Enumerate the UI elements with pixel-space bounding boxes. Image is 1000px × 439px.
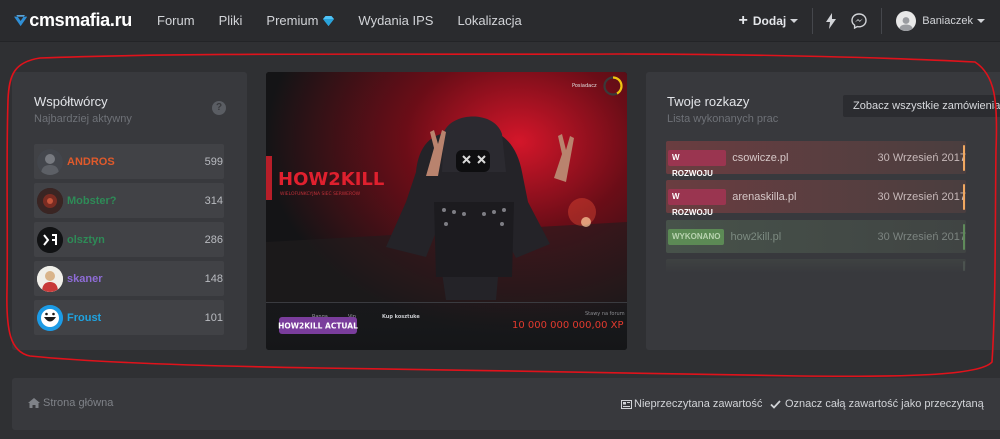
checkmark-icon [770,399,781,409]
banner-tagline: WIELOFUNKCYJNA SIEĆ SERWERÓW [280,190,361,197]
user-avatar-icon [37,148,63,175]
banner-logo: HOW2KILL [278,169,384,190]
contributors-subtitle: Najbardziej aktywny [34,113,132,125]
contributor-name: ANDROS [67,155,115,168]
avatar [37,304,63,331]
user-silhouette-icon [899,17,914,31]
status-stripe [963,184,965,210]
user-name: Baniaczek [922,15,973,27]
breadcrumb-home-label: Strona główna [43,397,114,409]
list-item[interactable]: olsztyn 286 [34,222,224,257]
breadcrumb[interactable]: Strona główna [28,397,113,409]
order-date: 30 Wrzesień 2017 [877,151,966,164]
status-stripe [963,261,965,271]
status-stripe [963,145,965,171]
status-badge: WYKONANO [668,228,725,245]
user-avatar-icon [37,226,63,253]
user-avatar-icon [37,304,63,331]
banner-points-value: 10 000 000 000,00 XP [512,320,623,331]
promo-banner[interactable]: HOW2KILL WIELOFUNKCYJNA SIEĆ SERWERÓW Po… [266,72,627,350]
divider [812,8,814,34]
chevron-down-icon [977,19,985,23]
user-menu[interactable]: Baniaczek [896,11,985,31]
plus-icon: + [738,12,748,29]
logo-text: cmsmafia.ru [29,10,132,30]
mark-all-read-link[interactable]: Oznacz całą zawartość jako przeczytaną [770,398,984,410]
table-row[interactable]: WYKONANO how2kill.pl 30 Wrzesień 2017 [666,220,966,253]
order-site: arenaskilla.pl [732,190,797,203]
add-button-label: Dodaj [752,14,787,28]
avatar [37,265,63,292]
contributor-name: olsztyn [67,233,105,246]
nav-item-wydania-ips[interactable]: Wydania IPS [358,13,433,28]
nav-item-lokalizacja[interactable]: Lokalizacja [457,13,521,28]
contributor-name: Mobster? [67,194,117,207]
chevron-down-icon [790,19,799,23]
question-icon[interactable]: ? [212,101,226,115]
banner-artwork: HOW2KILL WIELOFUNKCYJNA SIEĆ SERWERÓW Po… [266,72,627,350]
newspaper-icon [621,399,632,409]
user-avatar-icon [37,187,63,214]
nav-right-group: + Dodaj Baniaczek [739,0,1000,42]
lightning-icon [826,13,837,29]
order-site: how2kill.pl [730,230,782,243]
status-badge: W ROZWOJU [668,188,727,217]
avatar [37,187,63,214]
banner-tab-kup: Kup kosztuke [382,314,420,320]
status-badge: W ROZWOJU [668,149,727,178]
footer-bar: Strona główna Nieprzeczytana zawartość O… [12,378,1000,430]
contributor-count: 314 [204,194,223,207]
order-date: 30 Wrzesień 2017 [877,230,966,243]
contributor-name: skaner [67,272,103,285]
nav-item-pliki[interactable]: Pliki [219,13,243,28]
avatar [37,226,63,253]
top-navigation-bar: cmsmafia.ru Forum Pliki Premium Wydania … [0,0,1000,42]
user-avatar-icon [37,265,63,292]
avatar [896,11,917,31]
contributors-title: Współtwórcy [34,94,108,109]
order-site: csowicze.pl [732,151,789,164]
list-item[interactable]: Mobster? 314 [34,183,224,218]
mark-all-read-label: Oznacz całą zawartość jako przeczytaną [785,398,984,410]
orders-panel: Twoje rozkazy Lista wykonanych prac Zoba… [646,72,1000,350]
site-logo[interactable]: cmsmafia.ru [14,10,132,31]
activity-button[interactable] [817,0,845,42]
diamond-icon [323,15,335,26]
logo-mark-icon [14,14,28,26]
contributor-count: 101 [204,311,223,324]
table-row[interactable]: W ROZWOJU csowicze.pl 30 Wrzesień 2017 [666,141,966,178]
see-all-orders-button[interactable]: Zobacz wszystkie zamówienia [843,95,1000,117]
add-button[interactable]: + Dodaj [739,12,799,30]
banner-top-label: Posiadacz [572,83,597,89]
status-stripe [963,224,965,250]
table-row[interactable]: W ROZWOJU arenaskilla.pl 30 Wrzesień 201… [666,180,966,217]
table-row-faded [666,259,966,273]
contributor-name: Froust [67,311,102,324]
order-date: 30 Wrzesień 2017 [877,190,966,203]
contributor-count: 599 [204,155,223,168]
unread-content-link[interactable]: Nieprzeczytana zawartość [621,398,762,410]
contributors-list: ANDROS 599 Mobster? 314 olsztyn 286 skan… [34,144,224,339]
home-icon [28,398,40,408]
banner-badge: HOW2KILL ACTUAL [278,322,358,331]
messenger-button[interactable] [845,0,873,42]
contributor-count: 286 [204,233,223,246]
nav-item-forum[interactable]: Forum [157,13,195,28]
banner-points-label: Stawy na forum [585,311,625,317]
avatar [37,148,63,175]
list-item[interactable]: ANDROS 599 [34,144,224,179]
nav-item-premium[interactable]: Premium [266,13,335,28]
unread-content-label: Nieprzeczytana zawartość [634,398,763,410]
divider [881,8,883,34]
orders-subtitle: Lista wykonanych prac [667,113,779,125]
main-nav: Forum Pliki Premium Wydania IPS Lokaliza… [157,0,546,42]
list-item[interactable]: skaner 148 [34,261,224,296]
contributors-panel: Współtwórcy Najbardziej aktywny ? ANDROS… [12,72,247,350]
list-item[interactable]: Froust 101 [34,300,224,335]
contributor-count: 148 [204,272,223,285]
messenger-icon [851,13,867,29]
nav-item-premium-label: Premium [266,13,319,28]
orders-title: Twoje rozkazy [667,94,750,109]
